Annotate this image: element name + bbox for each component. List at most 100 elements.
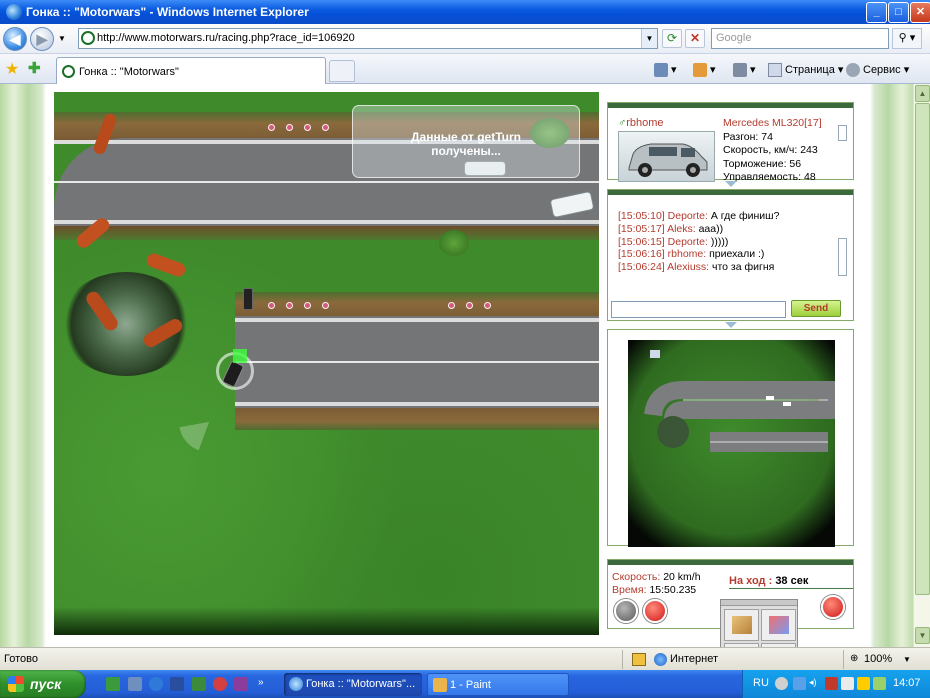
player-target-marker[interactable]: [233, 349, 247, 363]
print-button[interactable]: ▾: [733, 60, 756, 80]
address-text: http://www.motorwars.ru/racing.php?race_…: [97, 32, 355, 44]
tray-misc-icon[interactable]: [873, 677, 886, 690]
back-button[interactable]: ◀: [3, 27, 27, 51]
start-button[interactable]: пуск: [0, 670, 86, 698]
tray-network-icon[interactable]: [793, 677, 806, 690]
start-label: пуск: [30, 676, 62, 692]
tray-back-icon[interactable]: [775, 677, 788, 690]
quicklaunch-desktop-icon[interactable]: [128, 677, 142, 691]
printer-icon: [733, 63, 747, 78]
scroll-thumb[interactable]: [915, 103, 930, 595]
nitro-button[interactable]: [614, 599, 638, 623]
panel-header: [608, 560, 853, 565]
panel-header: [608, 103, 853, 108]
paint-icon: [433, 678, 447, 692]
stop-button[interactable]: ✕: [685, 29, 705, 48]
cone: [286, 124, 293, 131]
home-button[interactable]: ▾: [654, 60, 677, 80]
address-dropdown-icon[interactable]: ▼: [641, 29, 657, 48]
window-titlebar[interactable]: Гонка :: "Motorwars" - Windows Internet …: [0, 0, 930, 24]
stats-scrollbar[interactable]: [838, 125, 847, 141]
taskbar-ie-window[interactable]: Гонка :: "Motorwars"...: [284, 673, 422, 696]
gear-icon: [846, 63, 860, 78]
speed-time-info: Скорость: 20 km/h Время: 15:50.235: [612, 571, 701, 597]
tab-label: Гонка :: "Motorwars": [79, 66, 179, 78]
tools-menu[interactable]: Сервис ▾: [846, 60, 909, 80]
race-map[interactable]: Данные от getTurn получены...: [54, 92, 599, 635]
signal-button[interactable]: [643, 599, 667, 623]
player-name[interactable]: ♂rbhome: [618, 117, 664, 129]
add-favorite-icon[interactable]: ✚: [28, 59, 41, 77]
address-input[interactable]: http://www.motorwars.ru/racing.php?race_…: [78, 28, 658, 49]
page-scrollbar[interactable]: ▲ ▼: [913, 84, 930, 647]
cone: [484, 302, 491, 309]
cone: [322, 302, 329, 309]
minimize-button[interactable]: _: [866, 2, 887, 23]
quicklaunch-word-icon[interactable]: [170, 677, 184, 691]
speed-label: Скорость:: [612, 571, 661, 583]
new-tab-button[interactable]: [329, 60, 355, 82]
map-bottom-shade: [54, 607, 599, 635]
car-stat-row: Торможение: 56: [723, 157, 802, 170]
minimap[interactable]: [628, 340, 835, 547]
car-stat-row: Разгон: 74: [723, 130, 773, 143]
cone: [304, 124, 311, 131]
scroll-up-arrow-icon[interactable]: ▲: [915, 85, 930, 102]
search-input[interactable]: Google: [711, 28, 889, 49]
quicklaunch-opera-icon[interactable]: [213, 677, 227, 691]
quicklaunch-excel-icon[interactable]: [106, 677, 120, 691]
history-dropdown-icon[interactable]: ▼: [58, 34, 66, 43]
maximize-button[interactable]: □: [888, 2, 909, 23]
turn-label: На ход :: [729, 575, 773, 587]
page-menu[interactable]: Страница ▾: [768, 60, 843, 80]
tray-yandex-icon[interactable]: [857, 677, 870, 690]
chat-message: [15:06:15] Deporte: ))))): [618, 235, 729, 248]
rss-icon: [693, 63, 707, 78]
zoom-level[interactable]: 100%: [864, 653, 892, 665]
language-indicator[interactable]: RU: [753, 677, 769, 689]
page-icon: [768, 63, 782, 78]
zoom-icon[interactable]: ⊕: [850, 653, 858, 664]
quicklaunch-xls-icon[interactable]: [192, 677, 206, 691]
search-button[interactable]: ⚲ ▾: [892, 28, 922, 49]
quicklaunch-media-icon[interactable]: [234, 677, 248, 691]
tab-favicon-icon: [62, 65, 75, 78]
home-icon: [654, 63, 668, 78]
close-button[interactable]: ✕: [910, 2, 930, 23]
turn-value: 38 сек: [775, 575, 809, 587]
popup-blocker-icon[interactable]: [632, 653, 646, 666]
send-button[interactable]: Send: [791, 300, 841, 317]
parked-car: [243, 288, 253, 310]
cone: [466, 302, 473, 309]
clock: 14:07: [893, 677, 921, 689]
car-model: Mercedes ML320[17]: [723, 117, 822, 129]
inventory-handle[interactable]: [721, 600, 797, 606]
tab-motorwars[interactable]: Гонка :: "Motorwars": [56, 57, 326, 84]
taskbar-ie-label: Гонка :: "Motorwars"...: [306, 678, 416, 690]
chat-scrollbar[interactable]: [838, 238, 847, 276]
favorites-star-icon[interactable]: ★: [5, 59, 19, 79]
search-icon: ⚲: [898, 32, 907, 44]
chat-message: [15:05:10] Deporte: А где финиш?: [618, 210, 780, 222]
inventory-slot-box[interactable]: [724, 609, 759, 641]
stop-race-icon[interactable]: [821, 595, 845, 619]
chat-input[interactable]: [611, 301, 786, 318]
feeds-button[interactable]: ▾: [693, 60, 716, 80]
tray-kaspersky-icon[interactable]: [825, 677, 838, 690]
steering-sector[interactable]: [179, 392, 239, 452]
status-text: Готово: [4, 653, 38, 665]
cone: [268, 302, 275, 309]
quicklaunch-more-icon[interactable]: »: [258, 677, 272, 691]
tray-volume-icon[interactable]: ◂): [809, 677, 822, 690]
inventory-slot-cubes[interactable]: [761, 609, 796, 641]
cone: [448, 302, 455, 309]
system-tray: RU ◂) 14:07: [742, 670, 930, 698]
quicklaunch-ie-icon[interactable]: [149, 677, 163, 691]
tray-app-icon[interactable]: [841, 677, 854, 690]
forward-button[interactable]: ▶: [30, 27, 54, 51]
zoom-dropdown-icon[interactable]: ▼: [903, 655, 911, 664]
taskbar-paint-window[interactable]: 1 - Paint: [427, 673, 569, 696]
address-toolbar: ◀ ▶ ▼ http://www.motorwars.ru/racing.php…: [0, 24, 930, 54]
scroll-down-arrow-icon[interactable]: ▼: [915, 627, 930, 644]
refresh-button[interactable]: ⟳: [662, 29, 682, 48]
